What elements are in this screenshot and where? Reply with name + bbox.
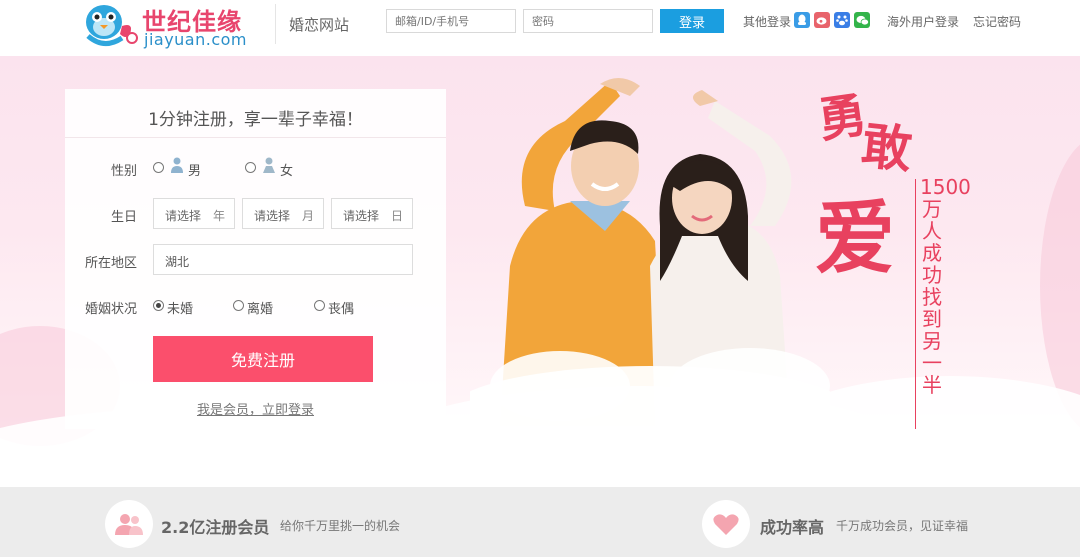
marital-single-label[interactable]: 未婚 bbox=[167, 298, 193, 317]
weibo-icon[interactable] bbox=[814, 12, 830, 28]
region-select[interactable]: 湖北 bbox=[153, 244, 413, 275]
female-icon bbox=[263, 157, 275, 173]
slogan-char-2: 敢 bbox=[858, 115, 915, 180]
feature-success-title: 成功率高 bbox=[760, 518, 825, 537]
jiayuan-logo[interactable]: 世纪佳缘 jiayuan.com bbox=[82, 0, 272, 52]
site-name: 婚恋网站 bbox=[289, 16, 350, 34]
birth-year-placeholder: 请选择 bbox=[165, 209, 202, 223]
forgot-password-link[interactable]: 忘记密码 bbox=[973, 13, 1021, 30]
birth-day-unit: 日 bbox=[390, 209, 403, 223]
marital-label: 婚姻状况 bbox=[84, 302, 137, 317]
registration-divider bbox=[65, 137, 446, 138]
gender-male-label[interactable]: 男 bbox=[188, 160, 201, 179]
slogan-char-3: 爱 bbox=[815, 191, 895, 285]
birth-year-unit: 年 bbox=[212, 209, 225, 223]
feature-success-desc: 千万成功会员，见证幸福 bbox=[836, 519, 969, 533]
login-button[interactable]: 登录 bbox=[660, 9, 724, 33]
gender-male-radio[interactable] bbox=[153, 162, 164, 173]
features-bar: 2.2亿注册会员 给你千万里挑一的机会 成功率高 千万成功会员，见证幸福 bbox=[0, 487, 1080, 557]
gender-female-radio[interactable] bbox=[245, 162, 256, 173]
birthday-label: 生日 bbox=[110, 210, 137, 225]
birth-month-unit: 月 bbox=[301, 209, 314, 223]
feature-members-desc: 给你千万里挑一的机会 bbox=[280, 519, 401, 533]
header: 世纪佳缘 jiayuan.com 婚恋网站 登录 其他登录 海外用户登录 忘记密… bbox=[0, 0, 1080, 56]
feature-members-title: 2.2亿注册会员 bbox=[161, 518, 270, 537]
couple-photo bbox=[470, 77, 830, 426]
hero-banner: 勇 敢 爱 1500万人成功找到另一半 1分钟注册，享一辈子幸福！ 性别 男 女… bbox=[0, 56, 1080, 487]
heart-icon bbox=[702, 500, 750, 548]
registration-panel: 1分钟注册，享一辈子幸福！ 性别 男 女 生日 请选择 年 请选择 月 请选择 … bbox=[65, 89, 446, 429]
registration-title: 1分钟注册，享一辈子幸福！ bbox=[148, 110, 363, 130]
slogan-divider bbox=[915, 179, 916, 429]
username-input[interactable] bbox=[386, 9, 516, 33]
gender-label: 性别 bbox=[110, 164, 137, 179]
marital-widowed-label[interactable]: 丧偶 bbox=[328, 298, 354, 317]
birth-day-placeholder: 请选择 bbox=[343, 209, 380, 223]
region-label: 所在地区 bbox=[84, 256, 137, 271]
qq-icon[interactable] bbox=[794, 12, 810, 28]
free-register-button[interactable]: 免费注册 bbox=[153, 336, 373, 382]
marital-divorced-label[interactable]: 离婚 bbox=[247, 298, 273, 317]
marital-single-radio[interactable] bbox=[153, 300, 164, 311]
birth-month-select[interactable]: 请选择 月 bbox=[242, 198, 324, 229]
bird-mascot-icon bbox=[86, 5, 138, 46]
baidu-icon[interactable] bbox=[834, 12, 850, 28]
header-divider bbox=[275, 4, 276, 44]
birth-day-select[interactable]: 请选择 日 bbox=[331, 198, 413, 229]
password-input[interactable] bbox=[523, 9, 653, 33]
overseas-login-link[interactable]: 海外用户登录 bbox=[887, 13, 959, 30]
other-login-label: 其他登录 bbox=[743, 15, 792, 29]
member-login-link[interactable]: 我是会员，立即登录 bbox=[65, 399, 446, 418]
logo-text-en: jiayuan.com bbox=[144, 30, 248, 49]
wechat-icon[interactable] bbox=[854, 12, 870, 28]
birth-month-placeholder: 请选择 bbox=[254, 209, 291, 223]
members-icon bbox=[105, 500, 153, 548]
birth-year-select[interactable]: 请选择 年 bbox=[153, 198, 235, 229]
slogan-vertical: 1500万人成功找到另一半 bbox=[920, 175, 971, 397]
male-icon bbox=[171, 157, 183, 173]
marital-divorced-radio[interactable] bbox=[233, 300, 244, 311]
gender-female-label[interactable]: 女 bbox=[280, 160, 293, 179]
marital-widowed-radio[interactable] bbox=[314, 300, 325, 311]
